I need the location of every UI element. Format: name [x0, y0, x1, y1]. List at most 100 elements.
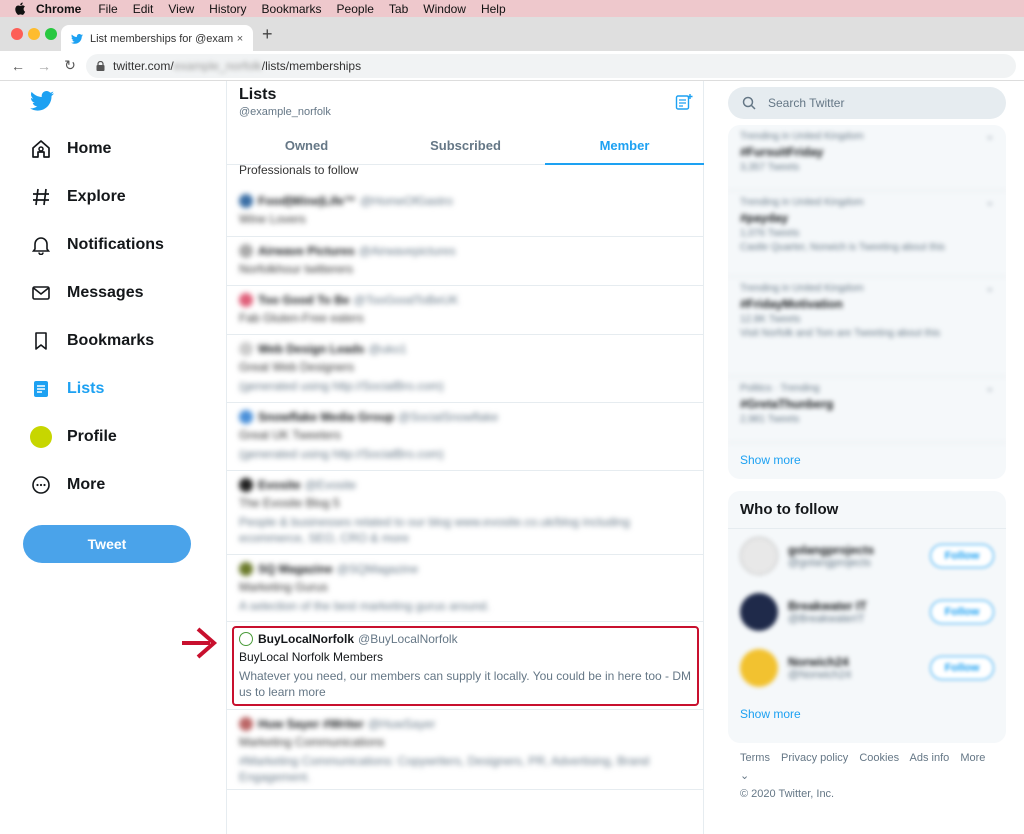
nav-more[interactable]: More	[30, 474, 105, 496]
nav-bookmarks[interactable]: Bookmarks	[30, 330, 154, 352]
bookmark-icon	[30, 330, 52, 352]
search-placeholder: Search Twitter	[768, 96, 845, 110]
back-button[interactable]: ←	[10, 58, 26, 74]
chevron-down-icon[interactable]: ⌄	[986, 283, 994, 294]
page-title: Lists	[239, 86, 277, 103]
page-handle: @example_norfolk	[239, 106, 331, 118]
highlight-box	[232, 626, 699, 706]
suggestion-name: Breakwater IT	[788, 599, 867, 613]
menu-tab[interactable]: Tab	[389, 2, 408, 16]
menu-file[interactable]: File	[98, 2, 117, 16]
chevron-down-icon[interactable]: ⌄	[986, 131, 994, 142]
avatar	[239, 478, 253, 492]
list-description-partial: Professionals to follow	[239, 163, 359, 177]
follow-button[interactable]: Follow	[930, 656, 994, 680]
menu-chrome[interactable]: Chrome	[36, 2, 81, 16]
suggestion-name: Norwich24	[788, 655, 849, 669]
url-field[interactable]: twitter.com/example_norfolk/lists/member…	[86, 54, 1016, 78]
search-input[interactable]: Search Twitter	[728, 87, 1006, 119]
follow-suggestion[interactable]: golangprojects @golangprojects Follow	[740, 528, 994, 584]
list-item[interactable]: Huw Sayer #Writer @HuwSayer Marketing Com…	[227, 710, 704, 790]
footer-adsinfo-link[interactable]: Ads info	[910, 752, 950, 764]
trend-item[interactable]: Trending in United Kingdom #payday 1,076…	[728, 191, 1006, 277]
nav-messages[interactable]: Messages	[30, 282, 144, 304]
footer-cookies-link[interactable]: Cookies	[859, 752, 899, 764]
avatar	[239, 342, 253, 356]
url-prefix: twitter.com/	[113, 59, 174, 73]
apple-icon[interactable]	[14, 2, 26, 16]
list-item[interactable]: Food|Wine|Life™ @HomeOfGastro Wine Lovers	[227, 187, 704, 237]
list-item[interactable]: Airwave Pictures @Airwavepictures Norfolk…	[227, 237, 704, 286]
nav-messages-label: Messages	[67, 284, 144, 301]
follow-suggestion[interactable]: Norwich24 @Norwich24 Follow	[740, 640, 994, 696]
avatar	[239, 562, 253, 576]
tab-member[interactable]: Member	[545, 127, 704, 165]
reload-button[interactable]: ↻	[62, 57, 78, 74]
owner-handle: @HuwSayer	[367, 717, 436, 731]
follow-button[interactable]: Follow	[930, 544, 994, 568]
twitter-favicon-icon	[71, 33, 83, 44]
zoom-window-button[interactable]	[45, 28, 57, 40]
browser-tab[interactable]: List memberships for @example_norfolk ×	[61, 25, 253, 52]
minimize-window-button[interactable]	[28, 28, 40, 40]
owner-handle: @uko1	[368, 342, 407, 356]
chevron-down-icon[interactable]: ⌄	[986, 383, 994, 394]
footer-terms-link[interactable]: Terms	[740, 752, 770, 764]
trend-context: Trending in United Kingdom	[740, 283, 864, 294]
search-icon	[742, 96, 756, 110]
menu-history[interactable]: History	[209, 2, 246, 16]
trends-show-more[interactable]: Show more	[740, 453, 801, 467]
chevron-down-icon[interactable]: ⌄	[986, 197, 994, 208]
new-tab-button[interactable]: +	[262, 24, 273, 45]
tab-owned[interactable]: Owned	[227, 127, 386, 164]
menu-window[interactable]: Window	[423, 2, 466, 16]
who-show-more[interactable]: Show more	[740, 707, 801, 721]
list-description: #Marketing Communications: Copywriters, …	[239, 754, 650, 784]
trend-name: #FursuitFriday	[740, 145, 824, 159]
menu-help[interactable]: Help	[481, 2, 506, 16]
nav-profile[interactable]: Profile	[30, 426, 117, 448]
trend-count: 3,357 Tweets	[740, 162, 800, 173]
twitter-logo-icon[interactable]	[30, 91, 54, 116]
copyright: © 2020 Twitter, Inc.	[740, 788, 835, 800]
list-item[interactable]: Snowflake Media Group @SocialSnowflake Gr…	[227, 403, 704, 471]
trend-name: #payday	[740, 211, 789, 225]
menu-edit[interactable]: Edit	[133, 2, 154, 16]
tweet-button[interactable]: Tweet	[23, 525, 191, 563]
list-name: Wine Lovers	[239, 212, 306, 226]
tab-subscribed[interactable]: Subscribed	[386, 127, 545, 164]
nav-profile-label: Profile	[67, 428, 117, 445]
footer-privacy-link[interactable]: Privacy policy	[781, 752, 848, 764]
new-list-icon[interactable]	[675, 93, 693, 116]
macos-menubar: Chrome File Edit View History Bookmarks …	[0, 0, 1024, 17]
close-window-button[interactable]	[11, 28, 23, 40]
menu-view[interactable]: View	[168, 2, 194, 16]
nav-notifications[interactable]: Notifications	[30, 234, 164, 256]
owner-handle: @Airwavepictures	[358, 244, 456, 258]
menu-bookmarks[interactable]: Bookmarks	[262, 2, 322, 16]
list-item[interactable]: SQ Magazine @SQMagazine Marketing Gurus A…	[227, 555, 704, 622]
nav-lists[interactable]: Lists	[30, 378, 104, 400]
trend-item[interactable]: Politics · Trending #GretaThunberg 2,981…	[728, 377, 1006, 443]
address-bar-row: ← → ↻ twitter.com/example_norfolk/lists/…	[0, 51, 1024, 81]
list-name: Fab Gluten-Free eaters	[239, 311, 364, 325]
nav-explore[interactable]: Explore	[30, 186, 126, 208]
follow-button[interactable]: Follow	[930, 600, 994, 624]
tab-close-icon[interactable]: ×	[233, 33, 247, 45]
trend-item[interactable]: Trending in United Kingdom #FridayMotiva…	[728, 277, 1006, 377]
list-name: Marketing Communications	[239, 735, 385, 749]
avatar	[239, 410, 253, 424]
follow-suggestion[interactable]: Breakwater IT @BreakwaterIT Follow	[740, 584, 994, 640]
trend-item[interactable]: Trending in United Kingdom #FursuitFrida…	[728, 125, 1006, 191]
list-item[interactable]: Too Good To Be @TooGoodToBeUK Fab Gluten-…	[227, 286, 704, 335]
avatar	[239, 244, 253, 258]
suggestion-text: Breakwater IT @BreakwaterIT	[788, 599, 930, 625]
nav-home[interactable]: Home	[30, 138, 111, 160]
forward-button[interactable]: →	[36, 58, 52, 74]
avatar	[740, 537, 778, 575]
menu-people[interactable]: People	[337, 2, 374, 16]
list-name: The Evosite Blog 5	[239, 496, 340, 510]
list-item[interactable]: Web Design Leads @uko1 Great Web Designer…	[227, 335, 704, 403]
list-item[interactable]: Evosite @Evosite The Evosite Blog 5 Peopl…	[227, 471, 704, 555]
avatar	[239, 194, 253, 208]
